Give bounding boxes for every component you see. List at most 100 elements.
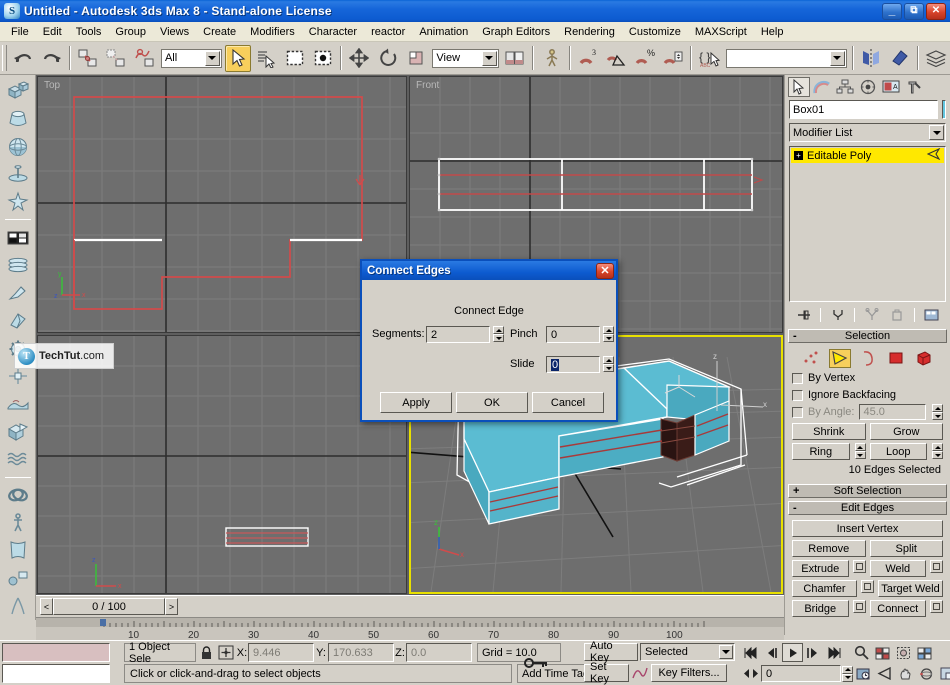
toolbar-grip[interactable] [2, 45, 7, 71]
shrink-button[interactable]: Shrink [792, 423, 866, 440]
select-object-icon[interactable] [224, 44, 251, 72]
ring-button[interactable]: Ring [792, 443, 850, 460]
remove-button[interactable]: Remove [792, 540, 866, 557]
use-pivot-point-center-icon[interactable] [502, 45, 528, 72]
menu-help[interactable]: Help [754, 24, 791, 40]
make-unique-icon[interactable] [863, 306, 881, 324]
material-editor-icon[interactable] [3, 224, 33, 251]
extended-primitive-icon[interactable] [3, 106, 33, 133]
bind-to-space-warp-icon[interactable] [132, 45, 158, 72]
by-vertex-row[interactable]: By Vertex [792, 370, 943, 386]
edit-edges-rollout-expander[interactable]: - [793, 502, 797, 514]
pan-hand-icon[interactable] [895, 664, 916, 683]
y-coordinate-field[interactable]: 170.633 [328, 643, 394, 662]
menu-rendering[interactable]: Rendering [557, 24, 622, 40]
insert-vertex-button[interactable]: Insert Vertex [792, 520, 943, 537]
menu-file[interactable]: File [4, 24, 36, 40]
connect-edges-dialog[interactable]: Connect Edges ✕ Connect Edge Segments: 2… [360, 259, 618, 422]
grow-button[interactable]: Grow [869, 423, 943, 440]
particle-icon[interactable] [3, 592, 33, 619]
split-button[interactable]: Split [869, 540, 943, 557]
edge-sublevel-icon[interactable] [828, 348, 851, 368]
bridge-button[interactable]: Bridge [792, 600, 849, 617]
modify-tab[interactable] [811, 77, 833, 97]
maximize-button[interactable]: ⧉ [904, 2, 924, 20]
pin-stack-icon[interactable] [795, 306, 813, 324]
z-coordinate-field[interactable]: 0.0 [406, 643, 472, 662]
bevel-icon[interactable] [3, 308, 33, 335]
boolean-icon[interactable] [3, 418, 33, 445]
show-end-result-toggle-icon[interactable] [926, 147, 941, 163]
motion-tab[interactable] [857, 77, 879, 97]
by-vertex-checkbox[interactable] [792, 372, 803, 384]
display-tab[interactable]: A [880, 77, 902, 97]
window-crossing-icon[interactable] [310, 45, 336, 72]
loop-button[interactable]: Loop [869, 443, 927, 460]
by-angle-row[interactable]: By Angle: 45.0 [792, 404, 943, 420]
utilities-tab[interactable] [903, 77, 925, 97]
current-frame-field[interactable]: 0 [761, 665, 841, 682]
snaps-toggle-3d-icon[interactable]: 3 [575, 45, 601, 72]
zoom-extents-button[interactable] [893, 643, 914, 662]
select-and-link-icon[interactable] [75, 45, 101, 72]
object-color-swatch[interactable] [942, 100, 946, 119]
transform-type-in-icon[interactable] [216, 643, 236, 662]
spinner-snap-toggle-icon[interactable] [660, 45, 686, 72]
slide-spinner[interactable] [603, 356, 614, 372]
redo-icon[interactable] [38, 45, 64, 72]
play-animation-button[interactable] [782, 643, 803, 662]
skeleton-rig-icon[interactable] [3, 509, 33, 536]
by-angle-field[interactable]: 45.0 [859, 404, 926, 420]
segments-field[interactable]: 2 [426, 326, 490, 343]
named-selection-sets-icon[interactable]: { } ABC [696, 45, 722, 72]
viewport-top[interactable]: y x z Top [37, 76, 407, 333]
percent-snap-toggle-icon[interactable]: % [632, 45, 658, 72]
menu-customize[interactable]: Customize [622, 24, 688, 40]
selection-rollout-header[interactable]: - Selection [788, 329, 947, 343]
menu-character[interactable]: Character [302, 24, 364, 40]
maximize-viewport-button[interactable] [937, 664, 950, 683]
chamfer-settings-button[interactable] [861, 580, 874, 593]
create-tab[interactable] [788, 77, 810, 97]
field-of-view-button[interactable] [874, 664, 895, 683]
segments-spinner[interactable] [493, 326, 504, 342]
key-mode-button[interactable] [740, 664, 761, 683]
menu-create[interactable]: Create [196, 24, 243, 40]
time-slider-prev-button[interactable]: < [40, 598, 53, 615]
menu-graph-editors[interactable]: Graph Editors [475, 24, 557, 40]
loft-icon[interactable] [3, 252, 33, 279]
angle-snap-toggle-icon[interactable] [603, 45, 629, 72]
undo-icon[interactable] [10, 45, 36, 72]
zoom-all-button[interactable] [872, 643, 893, 662]
frame-spinner[interactable] [842, 665, 853, 682]
menu-group[interactable]: Group [108, 24, 153, 40]
select-and-move-icon[interactable] [346, 45, 372, 72]
ignore-backfacing-checkbox[interactable] [792, 389, 803, 401]
ignore-backfacing-row[interactable]: Ignore Backfacing [792, 387, 943, 403]
modifier-list-dropdown[interactable]: Modifier List [789, 123, 946, 142]
arc-rotate-button[interactable] [916, 664, 937, 683]
sphere-primitive-icon[interactable] [3, 133, 33, 160]
maxscript-input-pane[interactable] [2, 664, 110, 683]
pinch-spinner[interactable] [603, 326, 614, 342]
menu-modifiers[interactable]: Modifiers [243, 24, 302, 40]
close-button[interactable]: ✕ [926, 2, 946, 20]
polygon-sublevel-icon[interactable] [885, 349, 907, 368]
extrude-button[interactable]: Extrude [792, 560, 849, 577]
object-name-input[interactable] [789, 100, 938, 119]
connect-button[interactable]: Connect [869, 600, 926, 617]
reference-coordinate-dropdown[interactable]: View [432, 48, 499, 68]
loop-spinner[interactable] [932, 443, 943, 459]
extrude-settings-button[interactable] [852, 560, 866, 573]
rectangular-selection-region-icon[interactable] [281, 45, 307, 72]
menu-reactor[interactable]: reactor [364, 24, 412, 40]
menu-edit[interactable]: Edit [36, 24, 69, 40]
menu-views[interactable]: Views [153, 24, 196, 40]
ok-button[interactable]: OK [456, 392, 528, 413]
dialog-close-button[interactable]: ✕ [596, 262, 614, 279]
target-weld-button[interactable]: Target Weld [878, 580, 943, 597]
cloth-icon[interactable] [3, 537, 33, 564]
torus-knot-icon[interactable] [3, 482, 33, 509]
minimize-button[interactable]: _ [882, 2, 902, 20]
biped-icon[interactable] [3, 189, 33, 216]
